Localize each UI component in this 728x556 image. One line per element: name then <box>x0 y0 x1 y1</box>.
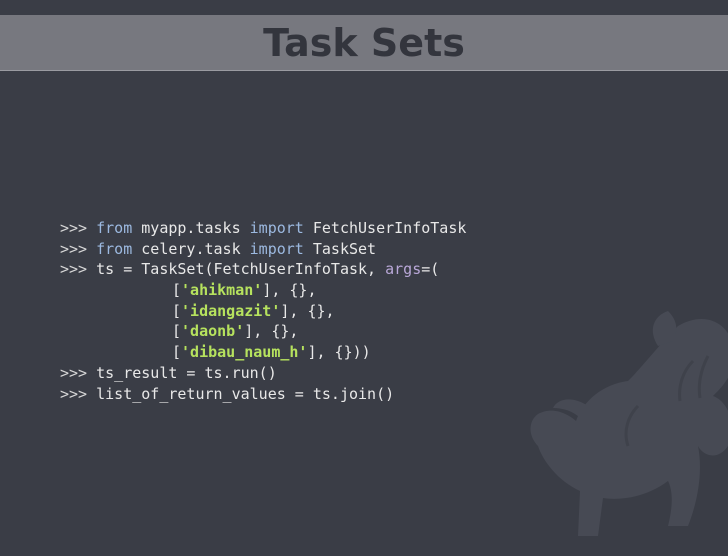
keyword-from: from <box>96 239 133 258</box>
code-line-6: ['daonb'], {}, <box>60 321 466 342</box>
keyword-from: from <box>96 219 133 237</box>
imported-name: FetchUserInfoTask <box>312 219 467 237</box>
prompt: >>> <box>60 239 88 258</box>
code-text: ts_result = ts.run() <box>96 363 277 382</box>
bracket: [ <box>172 301 182 320</box>
bracket: [ <box>172 322 182 341</box>
prompt: >>> <box>60 260 88 279</box>
module-name: myapp.tasks <box>141 219 241 237</box>
code-text: ], {})) <box>307 343 371 362</box>
code-text: ts = TaskSet(FetchUserInfoTask, <box>96 260 386 279</box>
top-strip <box>0 0 728 15</box>
code-text: ], {}, <box>280 301 335 320</box>
title-bar: Task Sets <box>0 15 728 71</box>
code-line-1: >>> from myapp.tasks import FetchUserInf… <box>60 218 466 239</box>
code-line-7: ['dibau_naum_h'], {})) <box>60 342 466 363</box>
code-text: ], {}, <box>262 281 317 300</box>
prompt: >>> <box>60 363 88 382</box>
code-text: list_of_return_values = ts.join() <box>96 384 395 403</box>
code-text: ], {}, <box>244 322 299 341</box>
code-line-5: ['idangazit'], {}, <box>60 301 466 322</box>
code-line-4: ['ahikman'], {}, <box>60 280 466 301</box>
module-name: celery.task <box>141 239 241 258</box>
imported-name: TaskSet <box>312 239 377 258</box>
prompt: >>> <box>60 219 88 237</box>
keyword-import: import <box>249 239 304 258</box>
code-line-3: >>> ts = TaskSet(FetchUserInfoTask, args… <box>60 259 466 280</box>
code-line-9: >>> list_of_return_values = ts.join() <box>60 384 466 405</box>
string-literal: 'ahikman' <box>181 281 263 300</box>
string-literal: 'daonb' <box>181 322 245 341</box>
bracket: [ <box>172 281 182 300</box>
arg-keyword: args <box>385 260 422 279</box>
code-text: =( <box>421 260 440 279</box>
code-block: >>> from myapp.tasks import FetchUserInf… <box>60 218 466 404</box>
string-literal: 'dibau_naum_h' <box>181 343 308 362</box>
bracket: [ <box>172 343 182 362</box>
celery-pony-icon <box>530 311 728 536</box>
code-line-8: >>> ts_result = ts.run() <box>60 363 466 384</box>
slide-title: Task Sets <box>263 20 465 65</box>
prompt: >>> <box>60 384 88 403</box>
string-literal: 'idangazit' <box>181 301 281 320</box>
code-line-2: >>> from celery.task import TaskSet <box>60 239 466 260</box>
keyword-import: import <box>249 219 304 237</box>
